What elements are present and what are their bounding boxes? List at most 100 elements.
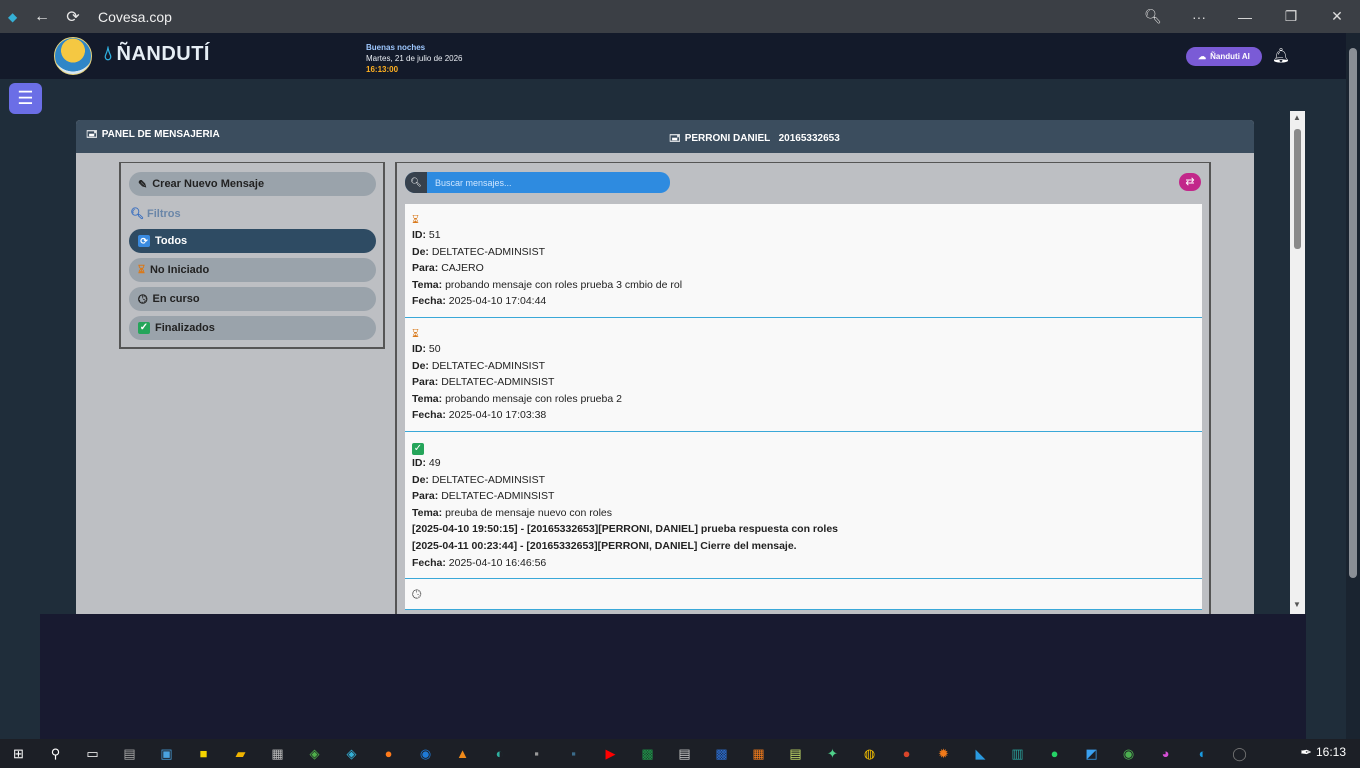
- greeting-block: Buenas noches Martes, 21 de julio de 202…: [366, 42, 463, 75]
- vscode-icon[interactable]: ◣: [962, 739, 999, 768]
- reload-icon[interactable]: ⟳: [62, 6, 84, 28]
- panel-title: 🖃 PANEL DE MENSAJERIA: [86, 127, 220, 144]
- content-scrollbar-thumb[interactable]: [1294, 129, 1301, 249]
- to-value: DELTATEC-ADMINSIST: [441, 376, 555, 389]
- app-orange-icon[interactable]: ▲: [444, 739, 481, 768]
- app-blue-icon[interactable]: ◩: [1073, 739, 1110, 768]
- zoom-icon[interactable]: 🔍︎: [1130, 8, 1176, 25]
- magnifier-icon: 🔍︎: [130, 208, 144, 220]
- subject-label: Tema:: [412, 278, 443, 291]
- filter-label: Finalizados: [155, 322, 215, 334]
- close-button[interactable]: ✕: [1314, 8, 1360, 25]
- refresh-button[interactable]: ⇄: [1179, 173, 1201, 191]
- filter-todos[interactable]: ⟳ Todos: [129, 229, 376, 253]
- app-teal-icon[interactable]: ▥: [999, 739, 1036, 768]
- id-value: 51: [428, 229, 441, 241]
- notepad-icon[interactable]: ▤: [777, 739, 814, 768]
- search-bar[interactable]: 🔍︎: [405, 172, 670, 193]
- minimize-button[interactable]: —: [1222, 9, 1268, 25]
- app-g-icon[interactable]: ▦: [740, 739, 777, 768]
- date-value: 2025-04-10 17:04:44: [448, 295, 547, 308]
- id-label: ID:: [412, 342, 426, 355]
- sidebar-filters: ✎ Crear Nuevo Mensaje 🔍︎ Filtros ⟳ Todos ⏳…: [119, 162, 385, 349]
- message-response: [2025-04-10 19:50:15] - [20165332653][PE…: [412, 521, 1195, 538]
- outlook-icon[interactable]: ◉: [407, 739, 444, 768]
- color-app-icon[interactable]: ◕: [1147, 739, 1184, 768]
- address-bar[interactable]: Covesa.cop: [98, 9, 172, 25]
- message-from: De: DELTATEC-ADMINSIST: [412, 358, 1195, 375]
- id-value: 49: [428, 456, 441, 469]
- restore-button[interactable]: ❐: [1268, 8, 1314, 25]
- windows-start-icon[interactable]: ⊞: [0, 739, 37, 768]
- content-scrollbar[interactable]: ▲ ▼: [1290, 111, 1305, 614]
- windows-taskbar: ⊞ ⚲ ▭ ▤ ▣ ■ ▰ ▦ ◈ ◈ ● ◉ ▲ ◐ ▪ ▪ ▶ ▩ ▤ ▩ …: [0, 739, 1360, 768]
- message-id: ID: 50: [412, 341, 1195, 358]
- message-id: ID: 49: [412, 455, 1195, 472]
- notification-bell-icon[interactable]: 🔔︎: [1272, 47, 1290, 64]
- browser-active-icon[interactable]: ◈: [333, 739, 370, 768]
- message-subject: Tema: probando mensaje con roles prueba …: [412, 391, 1195, 408]
- hamburger-menu-icon[interactable]: ☰: [9, 83, 42, 114]
- message-response: [2025-04-11 00:23:44] - [20165332653][PE…: [412, 538, 1195, 555]
- message-from: De: DELTATEC-ADMINSIST: [412, 472, 1195, 489]
- page-scrollbar[interactable]: [1346, 33, 1360, 739]
- hourglass-icon: ⏳︎: [412, 327, 419, 340]
- message-to: Para: DELTATEC-ADMINSIST: [412, 488, 1195, 505]
- printer-icon[interactable]: ▤: [666, 739, 703, 768]
- monitor-app-icon[interactable]: ▣: [148, 739, 185, 768]
- app-green-icon[interactable]: ✦: [814, 739, 851, 768]
- folder-icon[interactable]: ▰: [222, 739, 259, 768]
- whatsapp-icon[interactable]: ●: [1036, 739, 1073, 768]
- brand-name: ÑANDUTÍ: [116, 43, 210, 65]
- chrome-icon[interactable]: ◉: [1110, 739, 1147, 768]
- youtube-icon[interactable]: ▶: [592, 739, 629, 768]
- subject-value: probando mensaje con roles prueba 3 cmbi…: [445, 278, 683, 291]
- date-value: 2025-04-10 17:03:38: [448, 409, 547, 422]
- app-yellow-icon[interactable]: ◍: [851, 739, 888, 768]
- message-card[interactable]: 🕓︎: [405, 579, 1202, 611]
- app-dark-icon[interactable]: ▪: [555, 739, 592, 768]
- new-message-button[interactable]: ✎ Crear Nuevo Mensaje: [129, 172, 376, 196]
- taskbar-clock[interactable]: 16:13: [1316, 745, 1346, 759]
- user-id: 20165332653: [778, 133, 840, 144]
- current-time: 16:13:00: [366, 65, 399, 74]
- page-scrollbar-thumb[interactable]: [1349, 48, 1357, 578]
- excel-icon[interactable]: ▩: [629, 739, 666, 768]
- message-card[interactable]: ⏳︎ ID: 51 De: DELTATEC-ADMINSIST Para: C…: [405, 204, 1202, 318]
- user-name: PERRONI DANIEL: [684, 133, 771, 144]
- filter-no-iniciado[interactable]: ⏳︎ No Iniciado: [129, 258, 376, 282]
- date-label: Fecha:: [412, 295, 446, 308]
- firefox-icon[interactable]: ●: [370, 739, 407, 768]
- message-list[interactable]: ⏳︎ ID: 51 De: DELTATEC-ADMINSIST Para: C…: [405, 204, 1202, 614]
- user-card-icon: 🖃: [669, 133, 681, 144]
- app-circle-icon[interactable]: ◯: [1221, 739, 1258, 768]
- message-card[interactable]: ⏳︎ ID: 50 De: DELTATEC-ADMINSIST Para: D…: [405, 317, 1202, 432]
- scroll-down-icon[interactable]: ▼: [1293, 600, 1301, 609]
- more-options-icon[interactable]: ···: [1176, 9, 1222, 25]
- edge-icon[interactable]: ◐: [481, 739, 518, 768]
- sticky-notes-icon[interactable]: ■: [185, 739, 222, 768]
- task-view-icon[interactable]: ▭: [74, 739, 111, 768]
- search-icon[interactable]: ⚲: [37, 739, 74, 768]
- back-arrow-icon[interactable]: ←: [31, 6, 53, 28]
- powerpoint-icon[interactable]: ●: [888, 739, 925, 768]
- message-subject: Tema: preuba de mensaje nuevo con roles: [412, 505, 1195, 522]
- app-logo-icon[interactable]: ◈: [296, 739, 333, 768]
- nanduti-ai-button[interactable]: ☁ Ñanduti AI: [1186, 47, 1262, 66]
- scroll-up-icon[interactable]: ▲: [1293, 113, 1301, 122]
- site-favicon-icon: ◆: [8, 9, 18, 24]
- app-sun-icon[interactable]: ✹: [925, 739, 962, 768]
- app-gray-icon[interactable]: ▪: [518, 739, 555, 768]
- message-card[interactable]: ✓ ID: 49 De: DELTATEC-ADMINSIST Para: DE…: [405, 431, 1202, 580]
- calculator-icon[interactable]: ▦: [259, 739, 296, 768]
- pen-icon[interactable]: ✒: [1300, 744, 1312, 761]
- edge-blue-icon[interactable]: ◐: [1184, 739, 1221, 768]
- messaging-panel: 🖃 PANEL DE MENSAJERIA 🖃 PERRONI DANIEL 201…: [76, 120, 1254, 614]
- id-label: ID:: [412, 456, 426, 469]
- search-input[interactable]: [427, 177, 657, 188]
- filter-finalizados[interactable]: ✓ Finalizados: [129, 316, 376, 340]
- word-icon[interactable]: ▩: [703, 739, 740, 768]
- search-icon: 🔍︎: [405, 172, 427, 193]
- filter-en-curso[interactable]: 🕓︎ En curso: [129, 287, 376, 311]
- file-explorer-icon[interactable]: ▤: [111, 739, 148, 768]
